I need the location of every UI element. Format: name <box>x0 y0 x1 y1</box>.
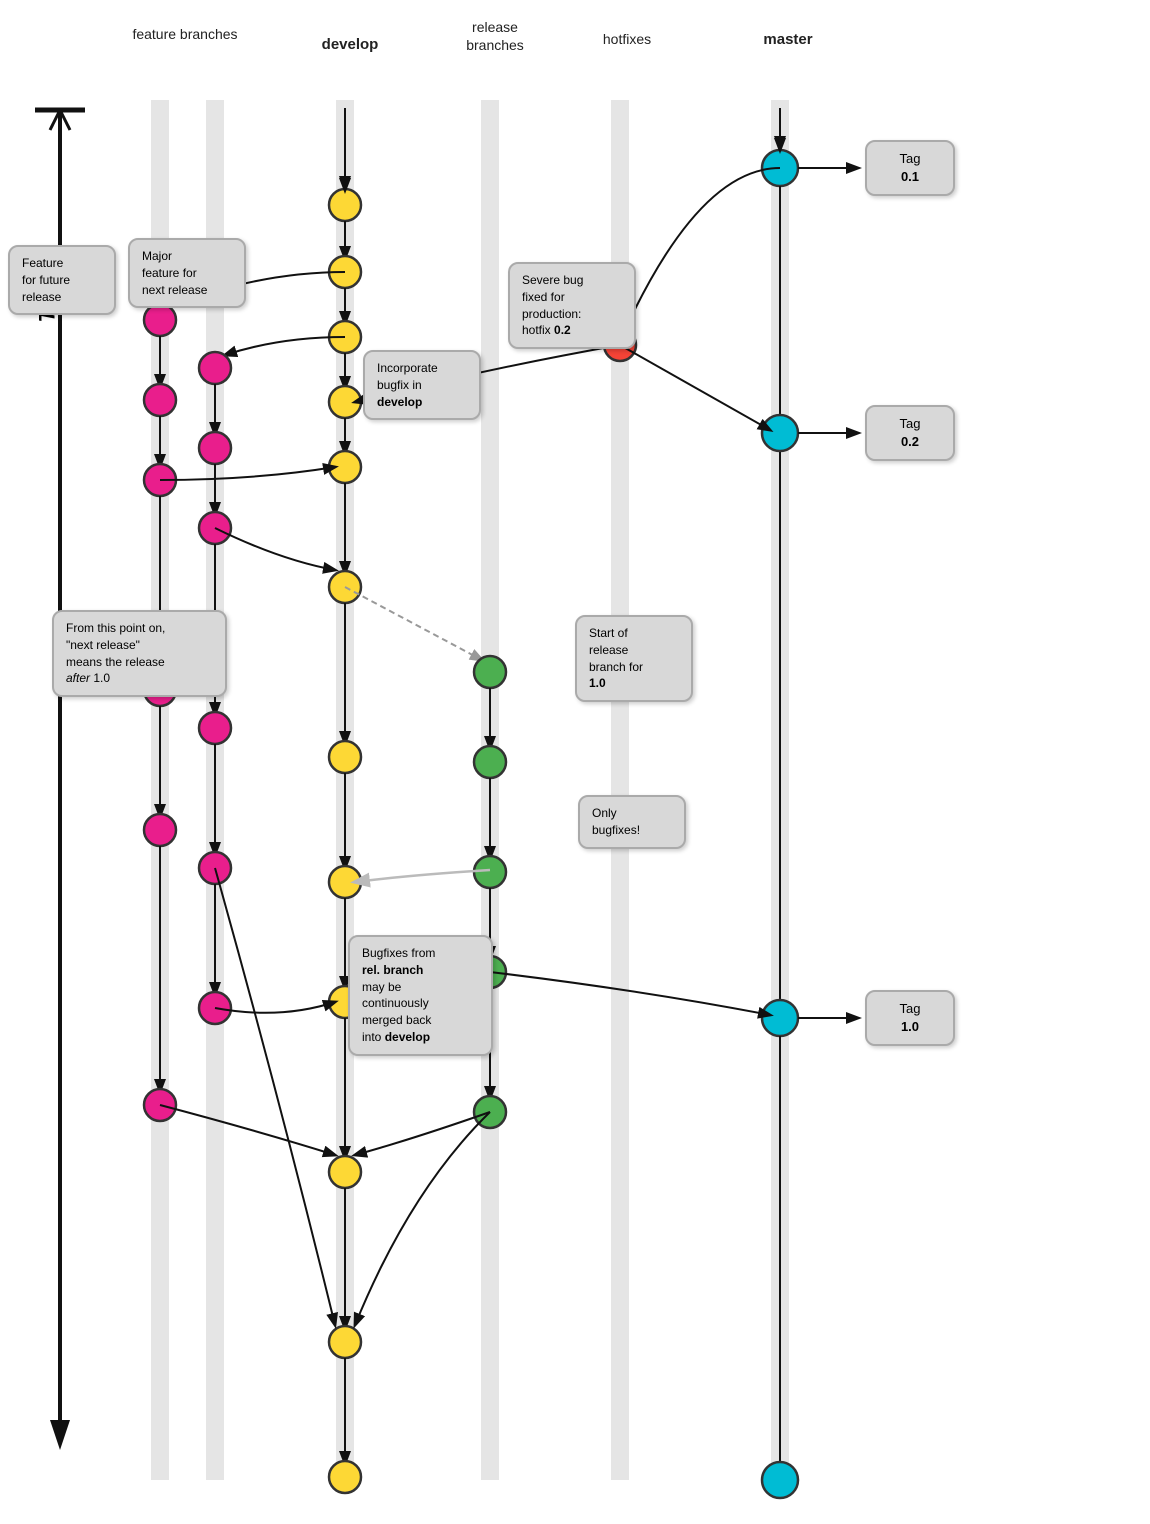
tag-10-label: Tag1.0 <box>900 1001 921 1034</box>
develop-label: develop <box>305 35 395 55</box>
tag-02-label: Tag0.2 <box>900 416 921 449</box>
from-this-point-text: From this point on,"next release"means t… <box>66 621 165 685</box>
major-feature-text: Majorfeature fornext release <box>142 249 207 297</box>
tag-01-box: Tag0.1 <box>865 140 955 196</box>
feature-future-box: Featurefor futurerelease <box>8 245 116 315</box>
tag-02-box: Tag0.2 <box>865 405 955 461</box>
start-release-text: Start ofreleasebranch for1.0 <box>589 626 643 690</box>
severe-bug-text: Severe bugfixed forproduction:hotfix 0.2 <box>522 273 583 337</box>
major-feature-box: Majorfeature fornext release <box>128 238 246 308</box>
only-bugfixes-text: Onlybugfixes! <box>592 806 640 837</box>
severe-bug-box: Severe bugfixed forproduction:hotfix 0.2 <box>508 262 636 349</box>
feature-branches-label: feature branches <box>130 25 240 43</box>
tag-10-box: Tag1.0 <box>865 990 955 1046</box>
incorporate-bugfix-text: Incorporatebugfix indevelop <box>377 361 438 409</box>
bugfixes-from-text: Bugfixes fromrel. branchmay becontinuous… <box>362 946 435 1044</box>
incorporate-bugfix-box: Incorporatebugfix indevelop <box>363 350 481 420</box>
hotfixes-label: hotfixes <box>582 30 672 48</box>
start-release-box: Start ofreleasebranch for1.0 <box>575 615 693 702</box>
master-label: master <box>748 30 828 50</box>
only-bugfixes-box: Onlybugfixes! <box>578 795 686 849</box>
release-branches-label: releasebranches <box>440 18 550 54</box>
from-this-point-box: From this point on,"next release"means t… <box>52 610 227 697</box>
tag-01-label: Tag0.1 <box>900 151 921 184</box>
bugfixes-from-box: Bugfixes fromrel. branchmay becontinuous… <box>348 935 493 1056</box>
feature-future-text: Featurefor futurerelease <box>22 256 70 304</box>
